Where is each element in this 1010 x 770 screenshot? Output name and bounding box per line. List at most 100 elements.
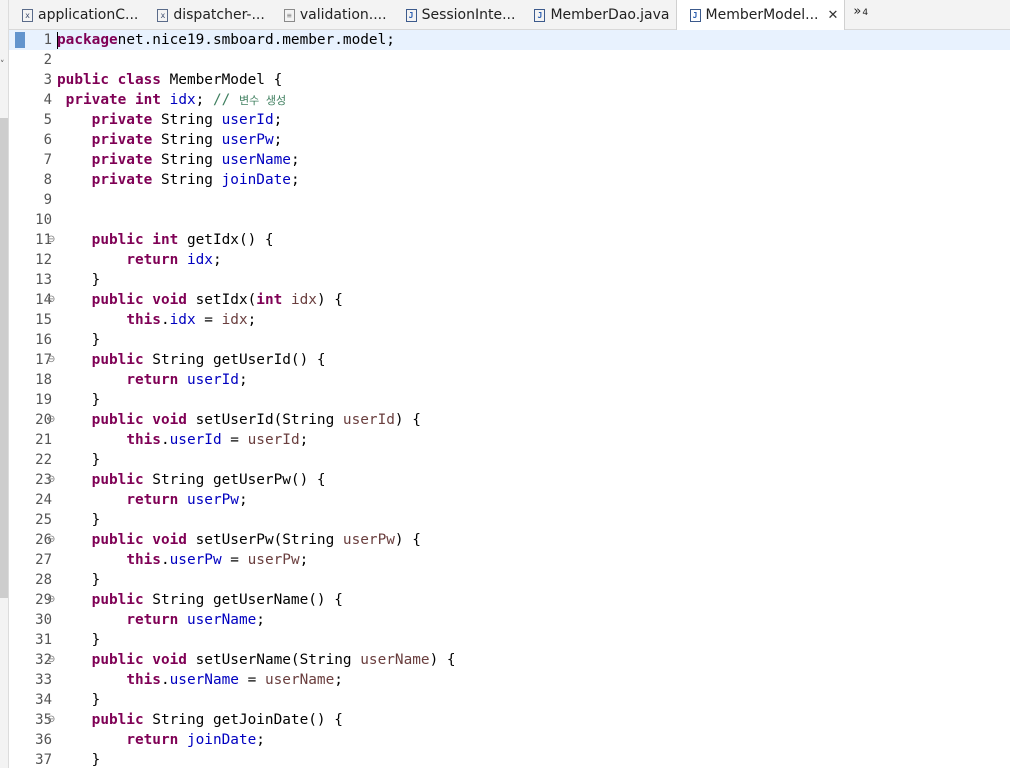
code-text[interactable]: return joinDate; (57, 730, 265, 750)
line-number: 13 (35, 272, 52, 288)
code-text[interactable]: public void setUserName(String userName)… (57, 650, 456, 670)
fold-toggle-icon[interactable]: ⊖ (47, 290, 55, 310)
fold-toggle-icon[interactable]: ⊖ (47, 590, 55, 610)
code-text[interactable]: this.userPw = userPw; (57, 550, 308, 570)
code-text[interactable]: this.idx = idx; (57, 310, 256, 330)
code-text[interactable]: public int getIdx() { (57, 230, 274, 250)
code-line[interactable]: 8 private String joinDate; (9, 170, 1010, 190)
code-line[interactable]: 30 return userName; (9, 610, 1010, 630)
code-text[interactable]: } (57, 570, 101, 590)
code-token: = (195, 312, 222, 328)
code-line[interactable]: 7 private String userName; (9, 150, 1010, 170)
code-text[interactable]: return userId; (57, 370, 247, 390)
code-text[interactable]: return idx; (57, 250, 221, 270)
code-text[interactable]: } (57, 510, 101, 530)
code-line[interactable]: 27 this.userPw = userPw; (9, 550, 1010, 570)
fold-toggle-icon[interactable]: ⊖ (47, 470, 55, 490)
code-text[interactable]: private int idx; // 변수 생성 (57, 90, 286, 111)
close-tab-icon[interactable]: ✕ (828, 8, 839, 23)
code-line[interactable]: 9 (9, 190, 1010, 210)
code-text[interactable]: public class MemberModel { (57, 70, 282, 90)
fold-toggle-icon[interactable]: ⊖ (47, 650, 55, 670)
code-line[interactable]: 34 } (9, 690, 1010, 710)
code-line[interactable]: 16 } (9, 330, 1010, 350)
code-text[interactable]: private String userPw; (57, 130, 283, 150)
tab-dispatcher[interactable]: x dispatcher-... (144, 0, 270, 30)
fold-toggle-icon[interactable]: ⊖ (47, 230, 55, 250)
fold-toggle-icon[interactable]: ⊖ (47, 530, 55, 550)
code-line[interactable]: 2 (9, 50, 1010, 70)
code-line[interactable]: 12 return idx; (9, 250, 1010, 270)
code-line[interactable]: 6 private String userPw; (9, 130, 1010, 150)
code-text[interactable]: this.userId = userId; (57, 430, 308, 450)
code-text[interactable]: public void setUserPw(String userPw) { (57, 530, 421, 550)
code-text[interactable]: private String userId; (57, 110, 283, 130)
code-line[interactable]: 10 (9, 210, 1010, 230)
line-number: 25 (35, 512, 52, 528)
code-line[interactable]: 11 ⊖ public int getIdx() { (9, 230, 1010, 250)
tab-validation[interactable]: ≡ validation.... (271, 0, 393, 30)
fold-toggle-icon[interactable]: ⊖ (47, 410, 55, 430)
code-line[interactable]: 20 ⊖ public void setUserId(String userId)… (9, 410, 1010, 430)
code-line[interactable]: 25 } (9, 510, 1010, 530)
code-text[interactable]: packagenet.nice19.smboard.member.model; (57, 30, 395, 50)
code-text[interactable]: } (57, 630, 101, 650)
code-text[interactable]: } (57, 330, 101, 350)
tab-application-context[interactable]: x applicationC... (9, 0, 144, 30)
code-line[interactable]: 29 ⊖ public String getUserName() { (9, 590, 1010, 610)
fold-toggle-icon[interactable]: ⊖ (47, 710, 55, 730)
code-text[interactable]: } (57, 690, 101, 710)
code-line[interactable]: 5 private String userId; (9, 110, 1010, 130)
code-line[interactable]: 28 } (9, 570, 1010, 590)
code-text[interactable]: public String getUserName() { (57, 590, 343, 610)
parameter-token: userPw (247, 552, 300, 568)
code-line[interactable]: 22 } (9, 450, 1010, 470)
java-code-editor[interactable]: 1 packagenet.nice19.smboard.member.model;… (9, 30, 1010, 768)
code-text[interactable]: public void setUserId(String userId) { (57, 410, 421, 430)
line-number: 2 (43, 52, 52, 68)
code-line[interactable]: 37 } (9, 750, 1010, 770)
code-line[interactable]: 13 } (9, 270, 1010, 290)
code-line[interactable]: 18 return userId; (9, 370, 1010, 390)
code-line[interactable]: 26 ⊖ public void setUserPw(String userPw)… (9, 530, 1010, 550)
code-line[interactable]: 15 this.idx = idx; (9, 310, 1010, 330)
collapse-caret-icon[interactable]: ˅ (0, 60, 5, 70)
code-line[interactable]: 36 return joinDate; (9, 730, 1010, 750)
tab-overflow-button[interactable]: » 4 (845, 0, 868, 29)
code-line[interactable]: 23 ⊖ public String getUserPw() { (9, 470, 1010, 490)
code-line[interactable]: 14 ⊖ public void setIdx(int idx) { (9, 290, 1010, 310)
code-text[interactable]: private String joinDate; (57, 170, 300, 190)
parameter-token: idx (221, 312, 248, 328)
code-text[interactable]: public void setIdx(int idx) { (57, 290, 343, 310)
code-text[interactable]: public String getUserId() { (57, 350, 326, 370)
code-text[interactable]: } (57, 750, 101, 770)
code-text[interactable]: public String getUserPw() { (57, 470, 326, 490)
code-line[interactable]: 31 } (9, 630, 1010, 650)
code-line[interactable]: 35 ⊖ public String getJoinDate() { (9, 710, 1010, 730)
tab-session-interceptor[interactable]: J SessionInte... (393, 0, 522, 30)
code-line[interactable]: 19 } (9, 390, 1010, 410)
code-text[interactable]: this.userName = userName; (57, 670, 343, 690)
code-line[interactable]: 33 this.userName = userName; (9, 670, 1010, 690)
code-line[interactable]: 17 ⊖ public String getUserId() { (9, 350, 1010, 370)
fold-toggle-icon[interactable]: ⊖ (47, 350, 55, 370)
code-line[interactable]: 1 packagenet.nice19.smboard.member.model; (9, 30, 1010, 50)
code-text[interactable]: } (57, 270, 101, 290)
code-text[interactable]: return userPw; (57, 490, 247, 510)
code-line[interactable]: 21 this.userId = userId; (9, 430, 1010, 450)
left-panel-scrollbar[interactable] (0, 118, 8, 598)
code-line[interactable]: 4 private int idx; // 변수 생성 (9, 90, 1010, 110)
code-line[interactable]: 3 public class MemberModel { (9, 70, 1010, 90)
tab-member-model[interactable]: J MemberModel... ✕ (675, 0, 846, 30)
code-text[interactable]: } (57, 450, 101, 470)
code-text[interactable]: } (57, 390, 101, 410)
line-number: 16 (35, 332, 52, 348)
tab-member-dao[interactable]: J MemberDao.java (521, 0, 675, 30)
code-text[interactable]: return userName; (57, 610, 265, 630)
code-line[interactable]: 32 ⊖ public void setUserName(String userN… (9, 650, 1010, 670)
code-text[interactable]: public String getJoinDate() { (57, 710, 343, 730)
line-number: 31 (35, 632, 52, 648)
code-line[interactable]: 24 return userPw; (9, 490, 1010, 510)
code-text[interactable]: private String userName; (57, 150, 300, 170)
